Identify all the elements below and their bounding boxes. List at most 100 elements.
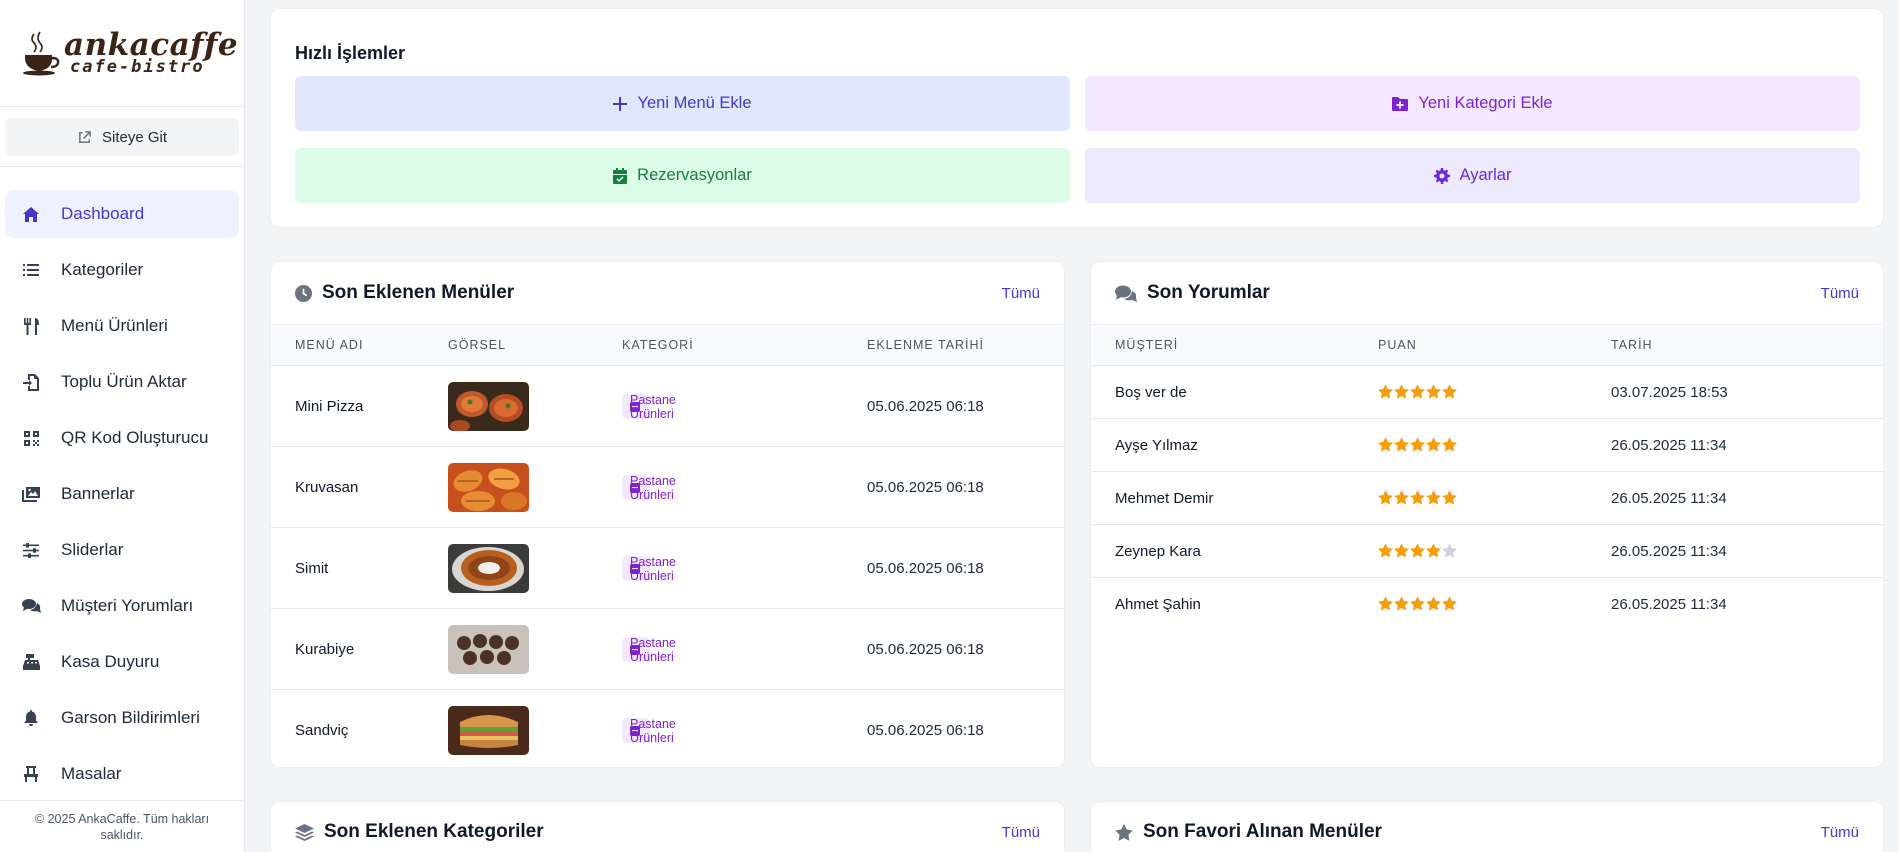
- star-filled-icon: [1426, 596, 1441, 611]
- table-row[interactable]: Kurabiye Pastane Ürünleri 05.06.2025 06:…: [271, 609, 1064, 690]
- star-filled-icon: [1394, 490, 1409, 505]
- date-added: 05.06.2025 06:18: [867, 560, 984, 577]
- logo[interactable]: ankacaffe cafe-bistro: [0, 0, 244, 107]
- calendar-icon: [613, 167, 628, 184]
- clock-icon: [295, 284, 312, 302]
- table-row[interactable]: Simit Pastane Ürünleri 05.06.2025 06:18: [271, 528, 1064, 609]
- table-row[interactable]: Ayşe Yılmaz 26.05.2025 11:34: [1091, 419, 1883, 472]
- review-date: 26.05.2025 11:34: [1611, 437, 1727, 454]
- reservations-button[interactable]: Rezervasyonlar: [295, 148, 1070, 203]
- sidebar-item-sliders[interactable]: Sliderlar: [5, 526, 239, 574]
- table-row[interactable]: Mini Pizza Pastane Ürünleri 05.06.2025 0…: [271, 366, 1064, 447]
- sidebar-item-bulk-import[interactable]: Toplu Ürün Aktar: [5, 358, 239, 406]
- star-filled-icon: [1442, 384, 1457, 399]
- chair-icon: [21, 764, 41, 784]
- table-row[interactable]: Kruvasan Pastane Ürünleri 05.06.2025 06:…: [271, 447, 1064, 528]
- simit-thumbnail: [448, 544, 529, 593]
- category-label: Pastane Ürünleri: [630, 554, 676, 583]
- table-row[interactable]: Zeynep Kara 26.05.2025 11:34: [1091, 525, 1883, 578]
- sidebar-item-cashier-announcement[interactable]: Kasa Duyuru: [5, 638, 239, 686]
- star-filled-icon: [1426, 437, 1441, 452]
- sidebar-item-customer-reviews[interactable]: Müşteri Yorumları: [5, 582, 239, 630]
- sidebar-item-label: Garson Bildirimleri: [61, 708, 200, 727]
- table-header: MENÜ ADI GÖRSEL KATEGORİ EKLENME TARİHİ: [271, 324, 1064, 366]
- recent-categories-title: Son Eklenen Kategoriler: [324, 821, 544, 842]
- category-badge: Pastane Ürünleri: [622, 636, 676, 664]
- table-row[interactable]: Boş ver de 03.07.2025 18:53: [1091, 366, 1883, 419]
- visit-site-button[interactable]: Siteye Git: [5, 118, 239, 156]
- category-label: Pastane Ürünleri: [630, 392, 676, 421]
- sidebar-item-label: Toplu Ürün Aktar: [61, 372, 187, 391]
- favorite-menus-title: Son Favori Alınan Menüler: [1143, 821, 1382, 842]
- star-filled-icon: [1378, 490, 1393, 505]
- review-date: 26.05.2025 11:34: [1611, 596, 1727, 613]
- category-badge: Pastane Ürünleri: [622, 555, 676, 583]
- recent-reviews-card: Son Yorumlar Tümü MÜŞTERİ PUAN TARİH Boş…: [1090, 261, 1884, 768]
- sidebar-item-menu-products[interactable]: Menü Ürünleri: [5, 302, 239, 350]
- visit-site-label: Siteye Git: [101, 128, 168, 146]
- date-added: 05.06.2025 06:18: [867, 398, 984, 415]
- category-badge: Pastane Ürünleri: [622, 474, 676, 502]
- coffee-cup-logo-icon: [23, 31, 60, 76]
- table-header: MÜŞTERİ PUAN TARİH: [1091, 324, 1883, 366]
- sidebar-item-tables[interactable]: Masalar: [5, 750, 239, 798]
- folder-plus-icon: [1392, 96, 1409, 111]
- star-rating: [1378, 437, 1457, 452]
- settings-label: Ayarlar: [1459, 166, 1512, 184]
- sidebar-item-banners[interactable]: Bannerlar: [5, 470, 239, 518]
- table-row[interactable]: Sandviç Pastane Ürünleri 05.06.2025 06:1…: [271, 690, 1064, 771]
- quick-actions-title: Hızlı İşlemler: [295, 43, 406, 63]
- images-icon: [21, 484, 41, 504]
- external-link-icon: [79, 130, 91, 143]
- column-header: MÜŞTERİ: [1115, 338, 1179, 352]
- sidebar: ankacaffe cafe-bistro Siteye Git Dashboa…: [0, 0, 245, 852]
- recent-categories-all-link[interactable]: Tümü: [1002, 824, 1040, 841]
- menu-name: Sandviç: [295, 722, 349, 739]
- comments-icon: [21, 596, 41, 616]
- new-category-button[interactable]: Yeni Kategori Ekle: [1085, 76, 1860, 131]
- new-menu-button[interactable]: Yeni Menü Ekle: [295, 76, 1070, 131]
- sidebar-item-dashboard[interactable]: Dashboard: [5, 190, 239, 238]
- favorite-menus-all-link[interactable]: Tümü: [1821, 824, 1859, 841]
- sidebar-item-waiter-notifications[interactable]: Garson Bildirimleri: [5, 694, 239, 742]
- star-filled-icon: [1378, 543, 1393, 558]
- table-row[interactable]: Mehmet Demir 26.05.2025 11:34: [1091, 472, 1883, 525]
- star-filled-icon: [1426, 384, 1441, 399]
- croissant-thumbnail: [448, 463, 529, 512]
- cash-register-icon: [21, 652, 41, 672]
- recent-menus-title: Son Eklenen Menüler: [322, 282, 515, 303]
- customer-name: Boş ver de: [1115, 384, 1187, 401]
- star-filled-icon: [1394, 437, 1409, 452]
- sidebar-item-label: Masalar: [61, 764, 122, 783]
- gear-icon: [1433, 167, 1450, 184]
- favorite-menus-card: Son Favori Alınan Menüler Tümü: [1090, 801, 1884, 852]
- new-category-label: Yeni Kategori Ekle: [1418, 94, 1553, 112]
- sidebar-item-qr-generator[interactable]: QR Kod Oluşturucu: [5, 414, 239, 462]
- sidebar-item-label: Müşteri Yorumları: [61, 596, 194, 615]
- column-header: PUAN: [1378, 338, 1417, 352]
- mini-pizza-thumbnail: [448, 382, 529, 431]
- recent-menus-all-link[interactable]: Tümü: [1002, 285, 1040, 302]
- bell-icon: [21, 708, 41, 728]
- settings-button[interactable]: Ayarlar: [1085, 148, 1860, 203]
- sidebar-item-label: Sliderlar: [61, 540, 124, 559]
- plus-icon: [613, 96, 628, 111]
- customer-name: Ayşe Yılmaz: [1115, 437, 1198, 454]
- brand-tagline: cafe-bistro: [70, 57, 205, 77]
- star-filled-icon: [1426, 543, 1441, 558]
- sidebar-footer: © 2025 AnkaCaffe. Tüm hakları saklıdır.: [0, 800, 244, 852]
- column-header: MENÜ ADI: [295, 338, 364, 352]
- star-filled-icon: [1378, 596, 1393, 611]
- column-header: GÖRSEL: [448, 338, 507, 352]
- sidebar-item-label: Bannerlar: [61, 484, 135, 503]
- home-icon: [21, 204, 41, 224]
- recent-reviews-all-link[interactable]: Tümü: [1821, 285, 1859, 302]
- category-label: Pastane Ürünleri: [630, 716, 676, 745]
- category-label: Pastane Ürünleri: [630, 473, 676, 502]
- column-header: KATEGORİ: [622, 338, 694, 352]
- menu-name: Mini Pizza: [295, 398, 364, 415]
- star-filled-icon: [1442, 490, 1457, 505]
- sidebar-item-label: Menü Ürünleri: [61, 316, 168, 335]
- sidebar-item-categories[interactable]: Kategoriler: [5, 246, 239, 294]
- table-row[interactable]: Ahmet Şahin 26.05.2025 11:34: [1091, 578, 1883, 631]
